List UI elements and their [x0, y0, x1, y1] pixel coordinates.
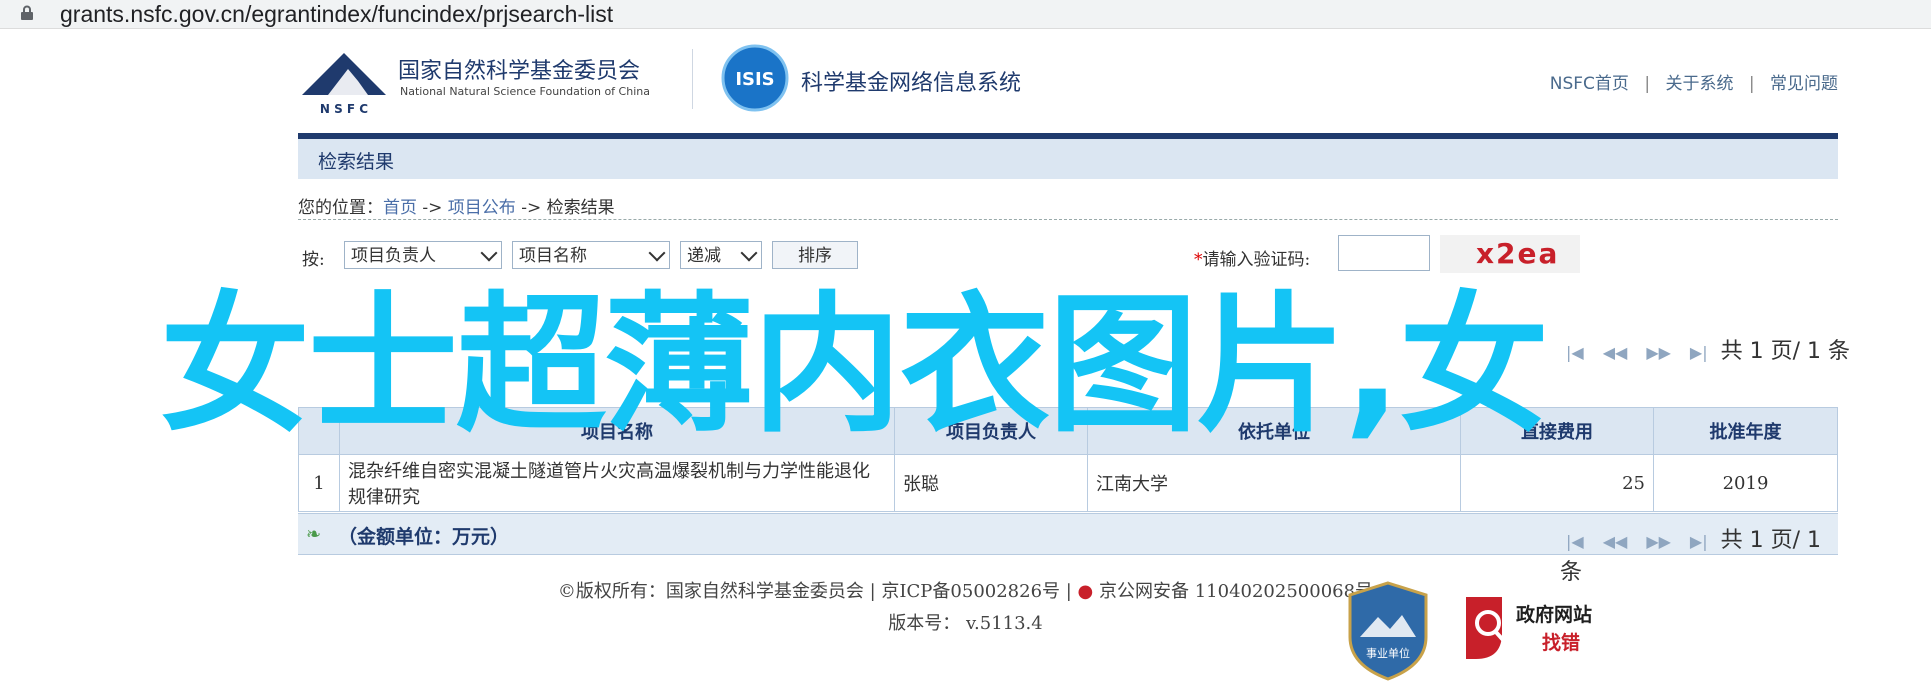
gov-logo-sub: 找错 — [1542, 631, 1580, 654]
next-page-icon[interactable]: ▶▶ — [1646, 343, 1671, 362]
breadcrumb: 您的位置：首页 -> 项目公布 -> 检索结果 — [298, 193, 1838, 220]
pager-top: |◀ ◀◀ ▶▶ ▶| 共 1 页/ 1 条 — [1560, 333, 1850, 365]
table-footer-bar: ❧ （金额单位：万元） |◀ ◀◀ ▶▶ ▶| 共 1 页/ 1 条 — [298, 513, 1838, 585]
panel-title-text: 检索结果 — [318, 151, 395, 173]
link-separator: | — [1644, 74, 1651, 94]
copyright-text: ©版权所有：国家自然科学基金委员会 | 京ICP备05002826号 | — [557, 581, 1078, 602]
col-year[interactable]: 批准年度 — [1653, 407, 1838, 455]
breadcrumb-project-publish[interactable]: 项目公布 — [448, 198, 516, 218]
required-star: * — [1194, 250, 1203, 270]
site-header: N S F C 国家自然科学基金委员会 National Natural Sci… — [298, 29, 1838, 129]
lock-icon — [21, 5, 33, 20]
captcha-image-text: x2ea — [1476, 237, 1560, 270]
row-title[interactable]: 混杂纤维自密实混凝土隧道管片火灾高温爆裂机制与力学性能退化规律研究 — [339, 454, 895, 512]
sort-field-2-select[interactable]: 项目名称 — [512, 241, 670, 269]
chevron-down-icon — [740, 244, 758, 262]
prev-page-icon[interactable]: ◀◀ — [1603, 532, 1628, 551]
table-row: 1 混杂纤维自密实混凝土隧道管片火灾高温爆裂机制与力学性能退化规律研究 张聪 江… — [298, 454, 1838, 512]
url-text[interactable]: grants.nsfc.gov.cn/egrantindex/funcindex… — [60, 0, 613, 28]
version-label: 版本号： — [888, 613, 961, 634]
amount-unit: （金额单位：万元） — [338, 526, 510, 548]
footer-version: 版本号： v.5113.4 — [0, 609, 1931, 635]
row-leader: 张聪 — [894, 454, 1088, 512]
nsfc-name-cn: 国家自然科学基金委员会 — [398, 59, 641, 84]
last-page-icon[interactable]: ▶| — [1690, 343, 1708, 362]
breadcrumb-current: 检索结果 — [546, 198, 615, 218]
row-institution: 江南大学 — [1087, 454, 1461, 512]
isis-logo[interactable]: ISIS — [720, 43, 790, 113]
footer-copyright: ©版权所有：国家自然科学基金委员会 | 京ICP备05002826号 | ● 京… — [0, 577, 1931, 603]
sort-button[interactable]: 排序 — [772, 241, 858, 269]
link-faq[interactable]: 常见问题 — [1770, 74, 1838, 94]
link-about[interactable]: 关于系统 — [1665, 74, 1733, 94]
nsfc-logo[interactable]: N S F C — [298, 47, 390, 117]
captcha-image[interactable]: x2ea — [1440, 235, 1580, 273]
chevron-down-icon — [480, 244, 498, 262]
captcha-input[interactable] — [1338, 235, 1430, 271]
breadcrumb-home[interactable]: 首页 — [383, 198, 417, 218]
institution-emblem[interactable]: 事业单位 — [1346, 581, 1430, 681]
top-links: NSFC首页 | 关于系统 | 常见问题 — [1550, 69, 1838, 94]
first-page-icon[interactable]: |◀ — [1566, 532, 1584, 551]
first-page-icon[interactable]: |◀ — [1566, 343, 1584, 362]
captcha-label-text: 请输入验证码: — [1202, 250, 1311, 270]
header-divider — [692, 49, 693, 109]
last-page-icon[interactable]: ▶| — [1690, 532, 1708, 551]
page-count: 共 1 页/ 1 条 — [1720, 339, 1851, 364]
breadcrumb-sep: -> — [515, 198, 547, 218]
captcha-label: *请输入验证码: — [1194, 245, 1310, 270]
police-badge-icon: ● — [1077, 581, 1094, 602]
link-nsfc-home[interactable]: NSFC首页 — [1550, 74, 1629, 94]
link-separator: | — [1748, 74, 1755, 94]
gov-logo-title: 政府网站 — [1516, 603, 1592, 626]
sort-order-select[interactable]: 递减 — [680, 241, 762, 269]
isis-logo-text: ISIS — [735, 69, 774, 90]
sort-field-1-select[interactable]: 项目负责人 — [344, 241, 502, 269]
system-title: 科学基金网络信息系统 — [801, 71, 1022, 96]
nsfc-logo-text: N S F C — [320, 102, 368, 116]
row-index: 1 — [298, 454, 340, 512]
sort-toolbar: 按: 项目负责人 项目名称 递减 排序 *请输入验证码: x2ea — [298, 235, 1838, 281]
next-page-icon[interactable]: ▶▶ — [1646, 532, 1671, 551]
police-record-text[interactable]: 京公网安备 11040202500068号 — [1099, 581, 1373, 602]
results-panel-title: 检索结果 — [298, 139, 1838, 179]
page-content: N S F C 国家自然科学基金委员会 National Natural Sci… — [0, 29, 1931, 685]
gov-website-logo[interactable]: 政府网站 找错 — [1462, 593, 1622, 665]
overlay-headline: 女士超薄内衣图片,女 — [160, 279, 1549, 453]
sort-by-label: 按: — [302, 250, 325, 270]
version-number: v.5113.4 — [965, 613, 1043, 634]
prev-page-icon[interactable]: ◀◀ — [1603, 343, 1628, 362]
browser-address-bar[interactable]: grants.nsfc.gov.cn/egrantindex/funcindex… — [0, 0, 1931, 29]
breadcrumb-prefix: 您的位置： — [298, 198, 383, 218]
breadcrumb-sep: -> — [417, 198, 448, 218]
leaf-icon: ❧ — [306, 524, 322, 545]
row-funding: 25 — [1460, 454, 1654, 512]
nsfc-name-en: National Natural Science Foundation of C… — [400, 85, 650, 98]
sort-field-2-value: 项目名称 — [519, 246, 587, 266]
sort-field-1-value: 项目负责人 — [351, 246, 436, 266]
sort-order-value: 递减 — [687, 246, 721, 266]
chevron-down-icon — [648, 244, 666, 262]
emblem-text: 事业单位 — [1366, 646, 1410, 660]
row-year: 2019 — [1653, 454, 1838, 512]
